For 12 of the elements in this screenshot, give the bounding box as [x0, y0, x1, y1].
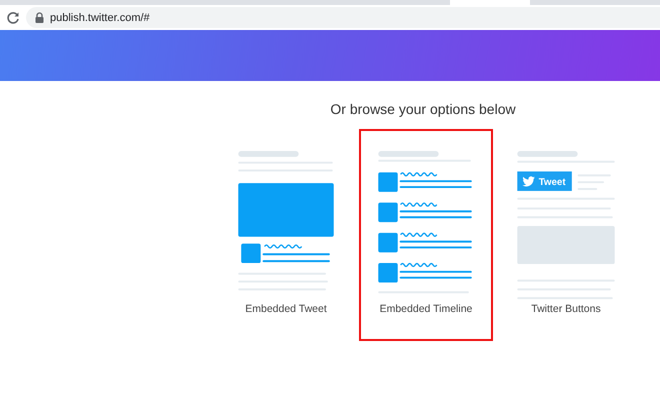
option-card[interactable]: Embedded Timeline: [359, 129, 493, 341]
option-label: Twitter Buttons: [531, 303, 601, 315]
lock-icon: [35, 12, 44, 23]
option-card[interactable]: Tweet Twitter Buttons: [499, 129, 633, 341]
reload-icon[interactable]: [6, 10, 20, 24]
bird-icon: [522, 176, 535, 186]
option-card[interactable]: Embedded Tweet: [219, 129, 353, 341]
option-label: Embedded Timeline: [380, 303, 472, 315]
section-heading: Or browse your options below: [329, 101, 517, 117]
option-label: Embedded Tweet: [245, 303, 327, 315]
address-bar[interactable]: publish.twitter.com/#: [26, 7, 660, 28]
url-text: publish.twitter.com/#: [50, 12, 150, 24]
